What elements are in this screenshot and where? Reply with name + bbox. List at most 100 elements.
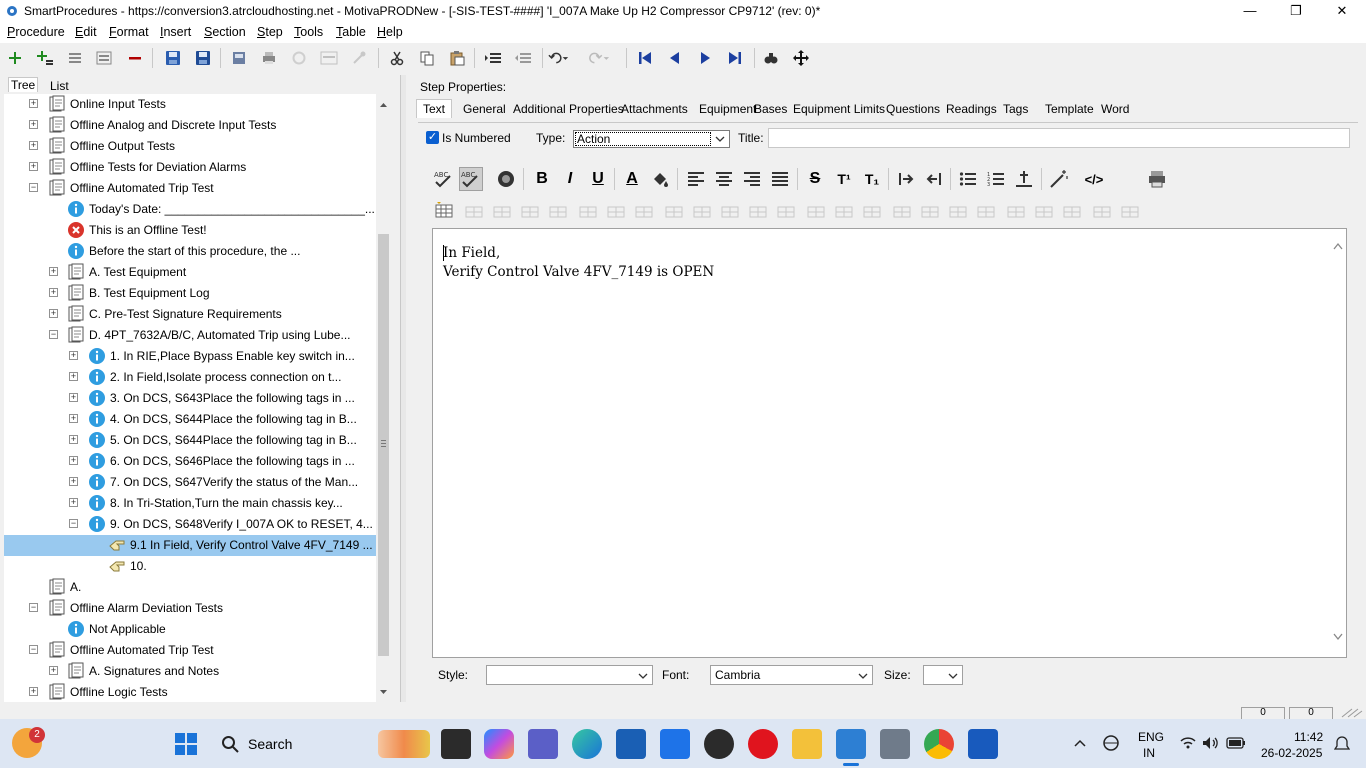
chrome-icon[interactable] [924, 729, 954, 759]
find-icon[interactable] [760, 47, 782, 69]
tree-row[interactable]: +4. On DCS, S644Place the following tag … [4, 409, 376, 430]
tree-row[interactable]: +5. On DCS, S644Place the following tag … [4, 430, 376, 451]
subscript-button[interactable]: T₁ [860, 167, 884, 191]
notification-bell-icon[interactable] [1334, 736, 1350, 752]
tab-general[interactable]: General [463, 102, 506, 116]
menu-procedure[interactable]: Procedure [7, 25, 65, 39]
tab-additional-properties[interactable]: Additional Properties [513, 102, 624, 116]
superscript-button[interactable]: T¹ [832, 167, 856, 191]
tree-row[interactable]: 10. [4, 556, 376, 577]
first-step-icon[interactable] [634, 47, 656, 69]
tree-row[interactable]: +1. In RIE,Place Bypass Enable key switc… [4, 346, 376, 367]
decrease-indent-icon[interactable] [922, 167, 946, 191]
justify-icon[interactable] [768, 167, 792, 191]
teams-icon[interactable] [528, 729, 558, 759]
search-highlight-icon[interactable] [378, 730, 430, 758]
menu-section[interactable]: Section [204, 25, 246, 39]
expand-icon[interactable]: + [49, 267, 58, 276]
search-icon[interactable] [221, 735, 239, 753]
search-label[interactable]: Search [248, 736, 292, 752]
tree-row[interactable]: A. [4, 577, 376, 598]
outdent-icon[interactable] [512, 47, 534, 69]
procedure-tree[interactable]: + Online Input Tests + Offline Analog and D… [4, 94, 376, 702]
start-icon[interactable] [174, 732, 198, 756]
app-icon-gray[interactable] [880, 729, 910, 759]
tree-row[interactable]: 9.1 In Field, Verify Control Valve 4FV_7… [4, 535, 376, 556]
type-select[interactable]: Action [573, 130, 730, 148]
menu-edit[interactable]: Edit [75, 25, 97, 39]
expand-icon[interactable]: + [69, 414, 78, 423]
undo-icon[interactable] [548, 47, 570, 69]
move-icon[interactable] [790, 47, 812, 69]
tree-row[interactable]: + Offline Logic Tests [4, 682, 376, 702]
tree-row[interactable]: − 9. On DCS, S648Verify I_007A OK to RESE… [4, 514, 376, 535]
app-icon-blue[interactable] [660, 729, 690, 759]
tree-row[interactable]: +7. On DCS, S647Verify the status of the… [4, 472, 376, 493]
expand-icon[interactable]: + [29, 120, 38, 129]
tree-row[interactable]: + Online Input Tests [4, 94, 376, 115]
step-text-editor[interactable]: In Field, Verify Control Valve 4FV_7149 … [432, 228, 1347, 658]
minimize-button[interactable]: — [1227, 0, 1273, 23]
numbered-list-icon[interactable]: 123 [984, 167, 1008, 191]
tree-row[interactable]: + Offline Output Tests [4, 136, 376, 157]
title-input[interactable] [768, 128, 1350, 148]
wifi-icon[interactable] [1180, 736, 1196, 750]
tree-row[interactable]: +8. In Tri-Station,Turn the main chassis… [4, 493, 376, 514]
print-icon[interactable] [258, 47, 280, 69]
copy-icon[interactable] [416, 47, 438, 69]
collapse-icon[interactable]: − [29, 645, 38, 654]
expand-icon[interactable]: + [69, 372, 78, 381]
clock-date[interactable]: 26-02-2025 [1261, 746, 1322, 760]
tab-equipment-limits[interactable]: Equipment Limits [793, 102, 885, 116]
style-select[interactable] [486, 665, 653, 685]
expand-icon[interactable]: + [69, 456, 78, 465]
highlight-icon[interactable] [494, 167, 518, 191]
clock-time[interactable]: 11:42 [1294, 730, 1323, 744]
collapse-icon[interactable]: − [29, 183, 38, 192]
tab-list[interactable]: List [50, 79, 69, 93]
previous-step-icon[interactable] [664, 47, 686, 69]
tree-row[interactable]: +3. On DCS, S643Place the following tags… [4, 388, 376, 409]
expand-icon[interactable]: + [49, 288, 58, 297]
bold-button[interactable]: B [530, 167, 554, 191]
add-icon[interactable] [4, 47, 26, 69]
tree-row[interactable]: − D. 4PT_7632A/B/C, Automated Trip using … [4, 325, 376, 346]
html-source-button[interactable]: </> [1082, 167, 1106, 191]
expand-icon[interactable]: + [29, 162, 38, 171]
tree-row[interactable]: + B. Test Equipment Log [4, 283, 376, 304]
insert-table-icon[interactable] [432, 198, 456, 222]
is-numbered-checkbox[interactable]: ✓ [426, 131, 439, 144]
expand-icon[interactable]: + [69, 393, 78, 402]
tab-template[interactable]: Template [1045, 102, 1094, 116]
indent-icon[interactable] [482, 47, 504, 69]
align-right-icon[interactable] [740, 167, 764, 191]
add-child-icon[interactable] [34, 47, 56, 69]
size-select[interactable] [923, 665, 963, 685]
editor-scrollbar[interactable] [1332, 239, 1344, 644]
spell-check-as-you-type-icon[interactable]: ABC [459, 167, 483, 191]
print-preview-icon[interactable] [1145, 167, 1169, 191]
tree-row[interactable]: + Offline Analog and Discrete Input Tests [4, 115, 376, 136]
increase-indent-icon[interactable] [894, 167, 918, 191]
outline-icon[interactable] [64, 47, 86, 69]
panel-splitter[interactable] [400, 75, 406, 702]
dell-icon[interactable] [704, 729, 734, 759]
close-button[interactable]: ✕ [1319, 0, 1365, 23]
collapse-icon[interactable]: − [69, 519, 78, 528]
strikethrough-button[interactable]: S [803, 167, 827, 191]
tree-row[interactable]: − Offline Automated Trip Test [4, 640, 376, 661]
tree-row[interactable]: − Offline Alarm Deviation Tests [4, 598, 376, 619]
input-method-indicator[interactable]: IN [1143, 746, 1155, 760]
store-icon[interactable] [616, 729, 646, 759]
paste-icon[interactable] [446, 47, 468, 69]
underline-button[interactable]: U [586, 167, 610, 191]
expand-icon[interactable]: + [69, 477, 78, 486]
menu-insert[interactable]: Insert [160, 25, 191, 39]
network-status-icon[interactable] [1101, 734, 1121, 752]
tree-row[interactable]: +6. On DCS, S646Place the following tags… [4, 451, 376, 472]
align-center-icon[interactable] [712, 167, 736, 191]
menu-help[interactable]: Help [377, 25, 403, 39]
last-step-icon[interactable] [724, 47, 746, 69]
tree-row[interactable]: + A. Signatures and Notes [4, 661, 376, 682]
tab-equipment[interactable]: Equipment [699, 102, 756, 116]
